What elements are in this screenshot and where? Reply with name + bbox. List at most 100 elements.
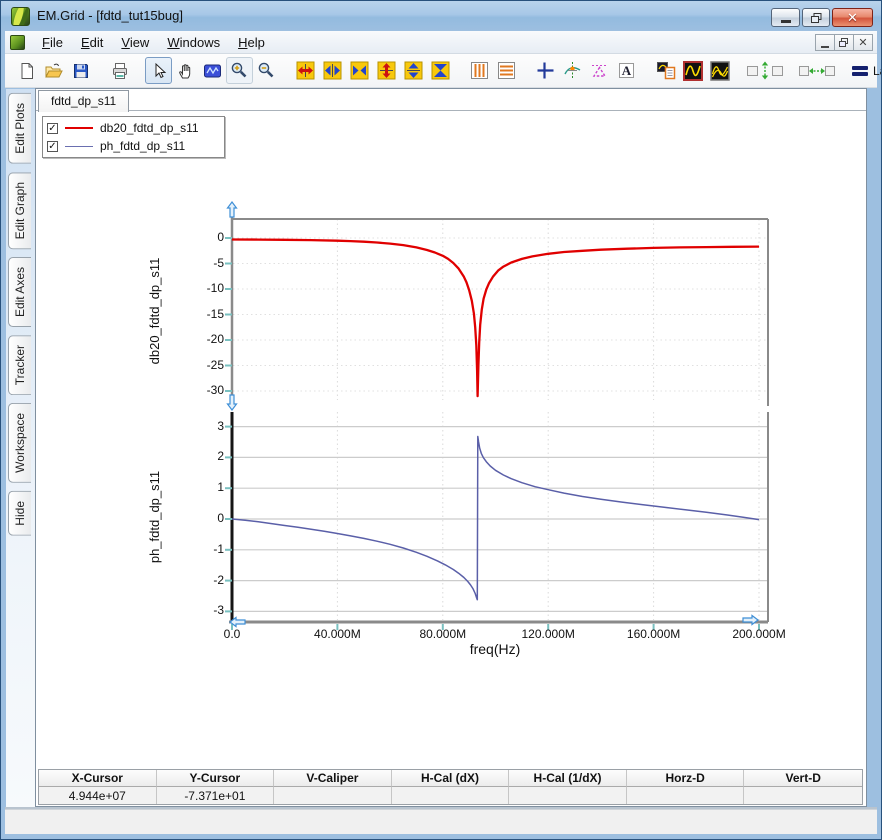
tick-label: 0: [217, 511, 224, 525]
plot-client-area: fdtd_dp_s11 ✓ db20_fdtd_dp_s11 ✓ ph_fdtd_dp…: [35, 88, 867, 807]
title-bar[interactable]: EM.Grid - [fdtd_tut15bug] ✕: [1, 1, 881, 31]
x-axis-label: freq(Hz): [469, 641, 521, 657]
menu-edit[interactable]: Edit: [72, 32, 112, 53]
menu-items: File Edit View Windows Help: [33, 32, 274, 53]
sidebar-tab-hide[interactable]: Hide: [8, 491, 31, 536]
restore-icon: [839, 38, 848, 47]
trace-ph_fdtd_dp_s11[interactable]: [231, 435, 760, 601]
select-tool-button[interactable]: [145, 57, 172, 84]
horizontal-lines-button[interactable]: [493, 57, 520, 84]
y-axis-divider-arrow[interactable]: [226, 394, 238, 411]
legend-label: db20_fdtd_dp_s11: [100, 121, 199, 135]
align-horizontal-button[interactable]: [797, 57, 837, 84]
document-logo-icon[interactable]: [10, 34, 25, 50]
close-button[interactable]: ✕: [832, 8, 873, 27]
expand-y-button[interactable]: [400, 57, 427, 84]
menu-file[interactable]: File: [33, 32, 72, 53]
caliper-button[interactable]: [586, 57, 613, 84]
stretch-x-button[interactable]: [292, 57, 319, 84]
sidebar-tab-workspace[interactable]: Workspace: [8, 403, 31, 484]
trace-db20_fdtd_dp_s11[interactable]: [231, 238, 760, 398]
crosshair-icon: [537, 62, 554, 79]
tick-label: 200.000M: [732, 627, 786, 641]
mdi-close-button[interactable]: ✕: [853, 34, 873, 51]
menu-windows[interactable]: Windows: [158, 32, 229, 53]
minimize-button[interactable]: [771, 8, 800, 27]
stretch-y-icon: [377, 61, 396, 80]
mdi-minimize-button[interactable]: [815, 34, 835, 51]
vertical-lines-icon: [471, 62, 488, 79]
horizontal-lines-icon: [498, 62, 515, 79]
legend-checkbox[interactable]: ✓: [47, 140, 58, 152]
zoom-rect-icon: [204, 64, 221, 77]
open-file-button[interactable]: [40, 57, 67, 84]
close-icon: ✕: [858, 37, 868, 49]
sidebar-tab-edit-plots[interactable]: Edit Plots: [8, 93, 31, 164]
tracker-button[interactable]: [559, 57, 586, 84]
app-logo-icon: [11, 7, 30, 26]
compress-x-button[interactable]: [346, 57, 373, 84]
tick-label: 3: [217, 418, 224, 433]
new-file-button[interactable]: [13, 57, 40, 84]
tick-label: -25: [206, 357, 224, 372]
layout-button[interactable]: Layout: [849, 62, 881, 80]
stretch-x-icon: [296, 61, 315, 80]
legend-icon: [656, 62, 675, 80]
show-curve-button[interactable]: [679, 57, 706, 84]
legend-button[interactable]: [652, 57, 679, 84]
align-vertical-button[interactable]: [745, 57, 785, 84]
compress-x-icon: [350, 61, 369, 80]
app-window: EM.Grid - [fdtd_tut15bug] ✕ File Edit View…: [0, 0, 882, 840]
sidebar-tab-tracker[interactable]: Tracker: [8, 335, 31, 396]
tick-label: -15: [206, 306, 224, 321]
show-curves-button[interactable]: [706, 57, 733, 84]
stretch-y-button[interactable]: [373, 57, 400, 84]
pan-tool-button[interactable]: [172, 57, 199, 84]
crosshair-button[interactable]: [532, 57, 559, 84]
status-value: [744, 787, 862, 804]
status-column-header: Horz-D: [626, 770, 745, 787]
print-button[interactable]: [106, 57, 133, 84]
layout-icon: [852, 65, 868, 76]
plot-canvas[interactable]: [36, 89, 866, 689]
vertical-lines-button[interactable]: [466, 57, 493, 84]
caliper-icon: [592, 65, 607, 77]
status-value: [626, 787, 745, 804]
zoom-rect-tool-button[interactable]: [199, 57, 226, 84]
status-column-header: V-Caliper: [274, 770, 392, 787]
restore-icon: [810, 12, 821, 23]
status-bar: [5, 809, 877, 834]
save-button[interactable]: [67, 57, 94, 84]
zoom-out-button[interactable]: [253, 57, 280, 84]
cursor-status-table: X-Cursor Y-Cursor V-Caliper H-Cal (dX) H-Cal…: [38, 769, 863, 805]
document-tab[interactable]: fdtd_dp_s11: [38, 90, 130, 112]
pan-hand-icon: [178, 63, 190, 78]
menu-help[interactable]: Help: [229, 32, 274, 53]
legend-checkbox[interactable]: ✓: [47, 122, 58, 134]
compress-y-icon: [431, 61, 450, 80]
tracker-icon: [564, 62, 581, 79]
mdi-restore-button[interactable]: [834, 34, 854, 51]
add-text-button[interactable]: A: [613, 57, 640, 84]
plot-legend[interactable]: ✓ db20_fdtd_dp_s11 ✓ ph_fdtd_dp_s11: [42, 116, 225, 158]
legend-line-swatch: [65, 145, 93, 147]
expand-x-button[interactable]: [319, 57, 346, 84]
zoom-in-button[interactable]: [226, 57, 253, 84]
y-axis-top-arrow[interactable]: [226, 201, 238, 218]
restore-button[interactable]: [802, 8, 830, 27]
tick-label: -30: [206, 383, 224, 397]
tick-label: -10: [206, 281, 224, 295]
sidebar-tab-edit-axes[interactable]: Edit Axes: [8, 257, 31, 328]
sidebar-tabs: Edit Plots Edit Graph Edit Axes Tracker Work…: [8, 93, 31, 536]
tick-label: 120.000M: [521, 627, 575, 641]
status-value: -7.371e+01: [156, 787, 275, 804]
tick-label: 1: [217, 480, 224, 495]
layout-button-label: Layout: [873, 63, 881, 78]
compress-y-button[interactable]: [427, 57, 454, 84]
tick-label: 160.000M: [626, 627, 681, 641]
sidebar-tab-edit-graph[interactable]: Edit Graph: [8, 171, 31, 250]
legend-label: ph_fdtd_dp_s11: [100, 139, 186, 153]
status-value-row: 4.944e+07 -7.371e+01: [39, 787, 862, 804]
menu-view[interactable]: View: [112, 32, 158, 53]
status-value: [391, 787, 510, 804]
